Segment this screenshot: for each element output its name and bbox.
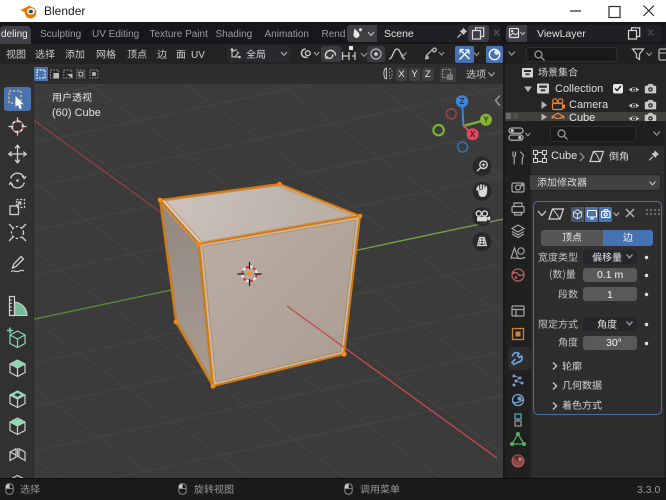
svg-text:Z: Z — [460, 97, 465, 106]
svg-text:Y: Y — [483, 116, 489, 125]
svg-text:X: X — [470, 130, 476, 139]
